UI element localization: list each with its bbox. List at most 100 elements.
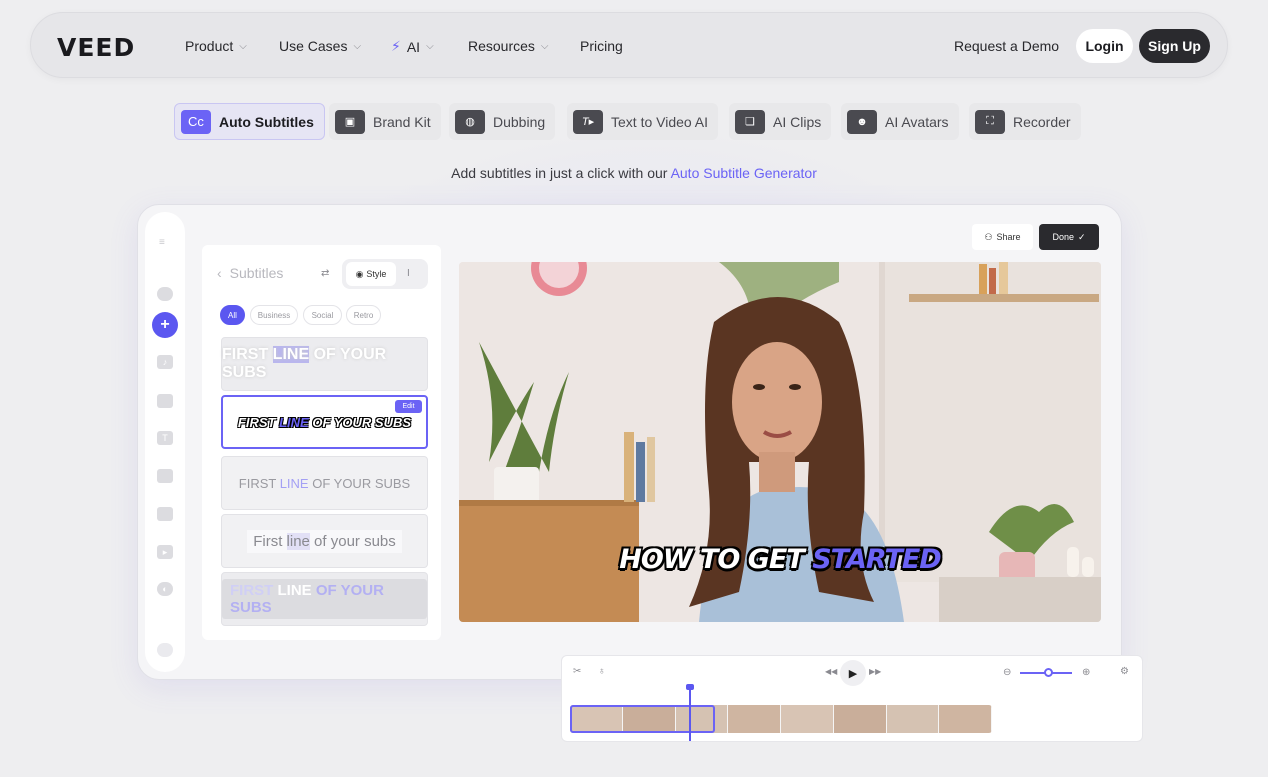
- filters-icon[interactable]: ◐: [157, 582, 173, 596]
- audio-icon[interactable]: ♪: [157, 355, 173, 369]
- style-preview: FIRST LINE OF YOUR SUBS: [239, 476, 410, 491]
- captions-icon: Cc: [181, 109, 211, 134]
- tab-recorder[interactable]: ⛶ Recorder: [969, 103, 1081, 140]
- lightning-icon: ⚡: [391, 38, 401, 54]
- subtitle-style-card[interactable]: First line of your subs: [221, 514, 428, 568]
- share-button[interactable]: ⚇ Share: [972, 224, 1033, 250]
- templates-icon[interactable]: ▸: [157, 545, 173, 559]
- shelf-book: [979, 264, 987, 294]
- book: [647, 437, 655, 502]
- settings-gear-icon[interactable]: ⚙: [1120, 666, 1129, 677]
- request-demo-link[interactable]: Request a Demo: [954, 38, 1059, 54]
- login-button[interactable]: Login: [1076, 29, 1133, 63]
- text-cursor-icon[interactable]: I: [407, 268, 410, 279]
- chevron-down-icon: ⌵: [426, 41, 434, 52]
- style-preview-text: OF YOUR SUBS: [308, 414, 412, 430]
- shelf-book: [989, 268, 996, 294]
- nav-ai[interactable]: ⚡ AI ⌵: [391, 38, 434, 55]
- style-preview-text: OF YOUR SUBS: [308, 475, 411, 491]
- microphone-icon[interactable]: ♁: [598, 666, 606, 677]
- tab-text-to-video[interactable]: T ▸ Text to Video AI: [567, 103, 719, 140]
- menu-icon[interactable]: ≡: [159, 237, 165, 248]
- tagline: Add subtitles in just a click with our A…: [0, 165, 1268, 181]
- selected-clip[interactable]: [570, 705, 715, 733]
- palette-icon: ◉: [355, 268, 364, 279]
- filter-chip-all[interactable]: All: [220, 305, 245, 325]
- tab-ai-clips[interactable]: ❏ AI Clips: [729, 103, 832, 140]
- nav-product[interactable]: Product ⌵: [185, 38, 247, 54]
- subtitle-style-card[interactable]: FIRST LINE OF YOUR SUBS: [221, 572, 428, 626]
- rewind-icon[interactable]: ◀◀: [825, 667, 837, 676]
- zoom-slider-handle[interactable]: [1044, 668, 1053, 677]
- book: [636, 442, 645, 502]
- style-preview-text: FIRST: [230, 582, 278, 599]
- panel-title: Subtitles: [229, 265, 284, 281]
- tab-label: Brand Kit: [373, 113, 431, 130]
- translate-icon[interactable]: ⇄: [321, 268, 329, 279]
- subtitles-panel-header[interactable]: ‹ Subtitles: [217, 265, 283, 281]
- tab-label: AI Clips: [773, 113, 822, 130]
- tab-dubbing[interactable]: ◍ Dubbing: [449, 103, 556, 140]
- text-play-glyph: T: [581, 115, 589, 128]
- wall-right: [879, 262, 1101, 582]
- tagline-text: Add subtitles in just a click with our: [451, 165, 671, 181]
- style-preview: FIRST LINE OF YOUR SUBS: [222, 579, 427, 619]
- check-icon: ✓: [1077, 231, 1086, 242]
- style-preview-text: FIRST: [222, 346, 273, 363]
- back-chevron-icon[interactable]: ‹: [217, 265, 222, 281]
- style-preview-text: FIRST: [237, 414, 280, 430]
- filter-chip-business[interactable]: Business: [250, 305, 298, 325]
- settings-icon[interactable]: [157, 287, 173, 301]
- subtitle-style-card[interactable]: FIRST LINE OF YOUR SUBS: [221, 456, 428, 510]
- filter-chip-retro[interactable]: Retro: [346, 305, 381, 325]
- chevron-down-icon: ⌵: [239, 40, 247, 52]
- tab-ai-avatars[interactable]: ☻ AI Avatars: [841, 103, 959, 140]
- person-eye: [753, 384, 765, 390]
- playhead-handle[interactable]: [686, 684, 694, 690]
- style-preview: FIRST LINE OF YOUR SUBS: [238, 415, 411, 430]
- done-button[interactable]: Done ✓: [1039, 224, 1099, 250]
- scissors-icon[interactable]: ✂: [573, 666, 581, 677]
- nav-resources[interactable]: Resources ⌵: [468, 38, 549, 54]
- text-icon[interactable]: T: [157, 431, 173, 445]
- nav-use-cases[interactable]: Use Cases ⌵: [279, 38, 361, 54]
- caption-text: HOW TO GET: [619, 544, 813, 575]
- top-navigation: VEED Product ⌵ Use Cases ⌵ ⚡ AI ⌵ Resources ⌵…: [30, 12, 1228, 78]
- style-preview-text: First: [253, 532, 287, 550]
- playhead[interactable]: [689, 686, 691, 741]
- side-table: [939, 577, 1101, 622]
- signup-button[interactable]: Sign Up: [1139, 29, 1210, 63]
- text-play-icon: T ▸: [573, 109, 603, 134]
- elements-icon[interactable]: [157, 469, 173, 483]
- record-icon[interactable]: [157, 507, 173, 521]
- style-button[interactable]: ◉ Style: [346, 262, 396, 286]
- filter-chip-social[interactable]: Social: [303, 305, 342, 325]
- edit-badge[interactable]: Edit: [395, 400, 422, 413]
- tab-auto-subtitles[interactable]: Cc Auto Subtitles: [174, 103, 325, 140]
- globe-icon: ◍: [455, 109, 485, 134]
- shelf: [909, 294, 1099, 302]
- style-preview: FIRST LINE OF YOUR SUBS: [222, 346, 427, 382]
- add-media-button[interactable]: +: [152, 312, 178, 338]
- share-label: Share: [996, 232, 1021, 242]
- person-neck: [759, 452, 795, 492]
- tab-brand-kit[interactable]: ▣ Brand Kit: [329, 103, 441, 140]
- tab-label: Dubbing: [493, 113, 546, 130]
- chevron-down-icon: ⌵: [540, 40, 549, 52]
- zoom-out-icon[interactable]: ⊖: [1003, 667, 1011, 678]
- help-icon[interactable]: [157, 643, 173, 657]
- subtitle-style-card[interactable]: FIRST LINE OF YOUR SUBS: [221, 337, 428, 391]
- veed-logo[interactable]: VEED: [57, 33, 135, 62]
- style-preview-highlight: line: [286, 532, 310, 550]
- nav-product-label: Product: [185, 38, 234, 54]
- subtitles-icon[interactable]: [157, 394, 173, 408]
- clips-icon: ❏: [735, 109, 765, 134]
- play-button[interactable]: ▶: [840, 660, 866, 686]
- nav-pricing[interactable]: Pricing: [580, 38, 623, 54]
- auto-subtitle-generator-link[interactable]: Auto Subtitle Generator: [671, 165, 817, 181]
- caption-highlight: STARTED: [812, 544, 942, 575]
- zoom-in-icon[interactable]: ⊕: [1082, 667, 1090, 678]
- style-preview-text: FIRST: [238, 475, 280, 491]
- fast-forward-icon[interactable]: ▶▶: [869, 667, 881, 676]
- avatar-icon: ☻: [847, 109, 877, 134]
